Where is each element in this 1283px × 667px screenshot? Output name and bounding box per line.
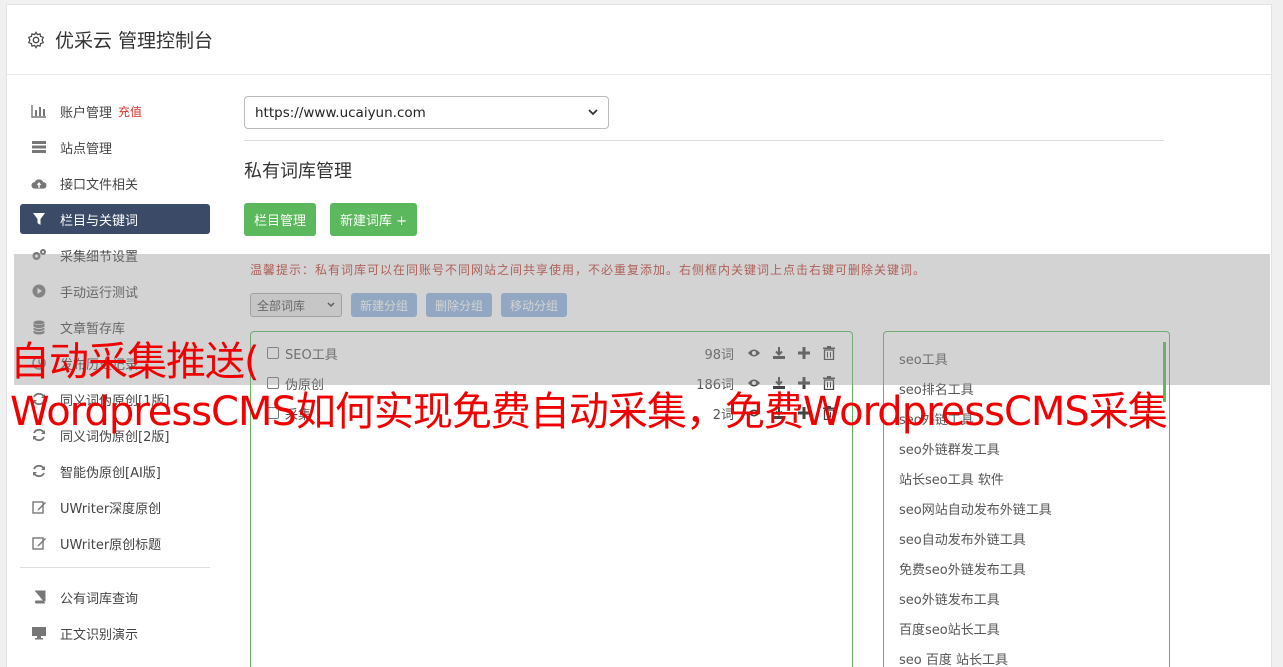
cloud-upload-icon (31, 175, 47, 191)
sidebar-item-account[interactable]: 账户管理 充值 (20, 96, 210, 126)
sidebar-item-public-lexicon[interactable]: 公有词库查询 (20, 582, 210, 612)
sidebar-item-label: 接口文件相关 (60, 177, 139, 193)
edit-icon (31, 535, 47, 551)
server-icon (31, 139, 47, 155)
page-title: 私有词库管理 (244, 161, 352, 182)
keyword-item[interactable]: seo 百度 站长工具 (884, 643, 1169, 667)
action-buttons: 栏目管理 新建词库 + (244, 203, 1164, 236)
keyword-item[interactable]: 免费seo外链发布工具 (884, 553, 1169, 583)
sidebar-item-label: 栏目与关键词 (60, 213, 139, 229)
app-title: 优采云 管理控制台 (55, 30, 214, 52)
sidebar-item-label: 正文识别演示 (60, 627, 139, 643)
sidebar-item-label: 公有词库查询 (60, 591, 139, 607)
chevron-down-icon (588, 109, 598, 116)
overlay-title-line1: 自动采集推送( (10, 339, 260, 385)
keyword-item[interactable]: 站长seo工具 软件 (884, 463, 1169, 493)
site-select-value: https://www.ucaiyun.com (255, 104, 426, 121)
sidebar-item-label: 站点管理 (60, 141, 113, 157)
sidebar-item-ai-rewrite[interactable]: 智能伪原创[AI版] (20, 456, 210, 486)
sidebar-item-label: UWriter深度原创 (60, 501, 162, 517)
refresh-icon (31, 463, 47, 479)
sidebar-item-label: 智能伪原创[AI版] (60, 465, 161, 481)
sidebar-item-columns-keywords[interactable]: 栏目与关键词 (20, 204, 210, 234)
columns-manage-button[interactable]: 栏目管理 (244, 203, 317, 236)
edit-icon (31, 499, 47, 515)
site-select[interactable]: https://www.ucaiyun.com (244, 96, 609, 129)
app-header: 优采云 管理控制台 (7, 5, 1271, 75)
monitor-icon (31, 625, 47, 641)
recharge-link[interactable]: 充值 (118, 103, 142, 120)
sidebar-divider (20, 567, 210, 568)
sidebar-item-sites[interactable]: 站点管理 (20, 132, 210, 162)
sidebar-item-interface[interactable]: 接口文件相关 (20, 168, 210, 198)
new-lexicon-button[interactable]: 新建词库 + (330, 203, 418, 236)
keyword-item[interactable]: seo外链群发工具 (884, 433, 1169, 463)
sidebar-item-label: 账户管理 (60, 105, 113, 121)
sidebar-item-label: UWriter原创标题 (60, 537, 162, 553)
keyword-item[interactable]: seo自动发布外链工具 (884, 523, 1169, 553)
sidebar-item-uwriter-title[interactable]: UWriter原创标题 (20, 528, 210, 558)
keyword-item[interactable]: 百度seo站长工具 (884, 613, 1169, 643)
book-icon (31, 589, 47, 605)
main-content: https://www.ucaiyun.com 私有词库管理 栏目管理 新建词库… (244, 96, 1164, 236)
keyword-item[interactable]: seo外链发布工具 (884, 583, 1169, 613)
gear-icon (28, 30, 44, 49)
divider (244, 140, 1164, 141)
sidebar-item-uwriter-deep[interactable]: UWriter深度原创 (20, 492, 210, 522)
bar-chart-icon (31, 103, 47, 119)
keyword-item[interactable]: seo网站自动发布外链工具 (884, 493, 1169, 523)
overlay-title: 自动采集推送( WordpressCMS如何实现免费自动采集，免费Wordpre… (10, 337, 1168, 437)
filter-icon (31, 211, 47, 227)
overlay-title-line2: WordpressCMS如何实现免费自动采集，免费WordpressCMS采集 (10, 389, 1168, 435)
sidebar-item-text-recognition[interactable]: 正文识别演示 (20, 618, 210, 648)
